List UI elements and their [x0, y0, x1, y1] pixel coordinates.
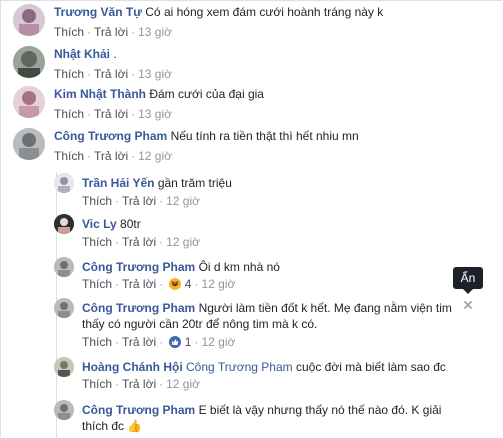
comment-author[interactable]: Hoàng Chánh Hội [82, 360, 183, 374]
like-link[interactable]: Thích [82, 335, 112, 349]
avatar[interactable] [54, 173, 74, 193]
reply-link[interactable]: Trả lời [94, 149, 128, 163]
reply-link[interactable]: Trả lời [94, 25, 128, 39]
comment-text: Ôi d km nhà nó [198, 260, 280, 274]
avatar[interactable] [13, 86, 45, 118]
comment-author[interactable]: Kim Nhật Thành [54, 87, 146, 101]
comment-author[interactable]: Trần Hải Yến [82, 176, 154, 190]
comment-author[interactable]: Công Trương Pham [82, 403, 195, 417]
comment-text: Người làm tiền đốt k hết. Mẹ đang nằm vi… [198, 301, 452, 315]
comment-timestamp[interactable]: 12 giờ [201, 277, 235, 291]
reply-link[interactable]: Trả lời [122, 194, 156, 208]
like-link[interactable]: Thích [82, 277, 112, 291]
like-link[interactable]: Thích [82, 377, 112, 391]
comment-text: Đám cưới của đại gia [149, 87, 264, 101]
reply-link[interactable]: Trả lời [122, 377, 156, 391]
haha-reaction-icon[interactable] [169, 278, 182, 294]
reply-link[interactable]: Trả lời [94, 107, 128, 121]
tooltip-arrow [463, 289, 473, 294]
comment-text: cuộc đời mà biết làm sao đc [295, 360, 446, 374]
comment-text: gần trăm triệu [157, 176, 232, 190]
comment-text: . [113, 47, 117, 61]
avatar[interactable] [13, 46, 45, 78]
close-icon[interactable]: ✕ [461, 298, 475, 312]
comment-timestamp[interactable]: 13 giờ [138, 107, 172, 121]
mention-link[interactable]: Công Trương Pham [186, 360, 293, 374]
comment-timestamp[interactable]: 13 giờ [138, 25, 172, 39]
avatar[interactable] [54, 357, 74, 377]
reply-link[interactable]: Trả lời [94, 67, 128, 81]
comment-text: 80tr [120, 217, 141, 231]
comment-author[interactable]: Công Trương Pham [82, 301, 195, 315]
comment-timestamp[interactable]: 12 giờ [201, 335, 235, 349]
comment-author[interactable]: Nhật Khải [54, 47, 110, 61]
like-link[interactable]: Thích [82, 194, 112, 208]
avatar[interactable] [54, 298, 74, 318]
comment-timestamp[interactable]: 13 giờ [138, 67, 172, 81]
like-link[interactable]: Thích [54, 149, 84, 163]
like-link[interactable]: Thích [54, 67, 84, 81]
avatar[interactable] [13, 128, 45, 160]
avatar[interactable] [54, 400, 74, 420]
reply-link[interactable]: Trả lời [122, 277, 156, 291]
thumbs-up-emoji: 👍 [127, 419, 143, 433]
comment-timestamp[interactable]: 12 giờ [166, 377, 200, 391]
reply-link[interactable]: Trả lời [122, 335, 156, 349]
comment-text-continued: thấy có người cần 20tr để nông tim mà k … [82, 317, 318, 331]
comment-text: Có ai hóng xem đám cưới hoành tráng này … [145, 5, 384, 19]
comment-text: Nếu tính ra tiền thật thì hết nhiu mn [170, 129, 359, 143]
comment-timestamp[interactable]: 12 giờ [138, 149, 172, 163]
avatar[interactable] [13, 4, 45, 36]
comment-author[interactable]: Vic Ly [82, 217, 117, 231]
comment-text-continued: thích đc [82, 419, 125, 433]
like-link[interactable]: Thích [54, 107, 84, 121]
comment-author[interactable]: Công Trương Pham [54, 129, 167, 143]
like-reaction-icon[interactable] [169, 336, 182, 352]
like-link[interactable]: Thích [82, 235, 112, 249]
comment-timestamp[interactable]: 12 giờ [166, 235, 200, 249]
reply-link[interactable]: Trả lời [122, 235, 156, 249]
hide-tooltip: Ẩn [453, 267, 483, 289]
comment-timestamp[interactable]: 12 giờ [166, 194, 200, 208]
avatar[interactable] [54, 257, 74, 277]
comment-author[interactable]: Công Trương Pham [82, 260, 195, 274]
comment-author[interactable]: Trương Văn Tự [54, 5, 142, 19]
comment-text: E biết là vậy nhưng thấy nó thế nào đó. … [198, 403, 442, 417]
avatar[interactable] [54, 214, 74, 234]
like-link[interactable]: Thích [54, 25, 84, 39]
